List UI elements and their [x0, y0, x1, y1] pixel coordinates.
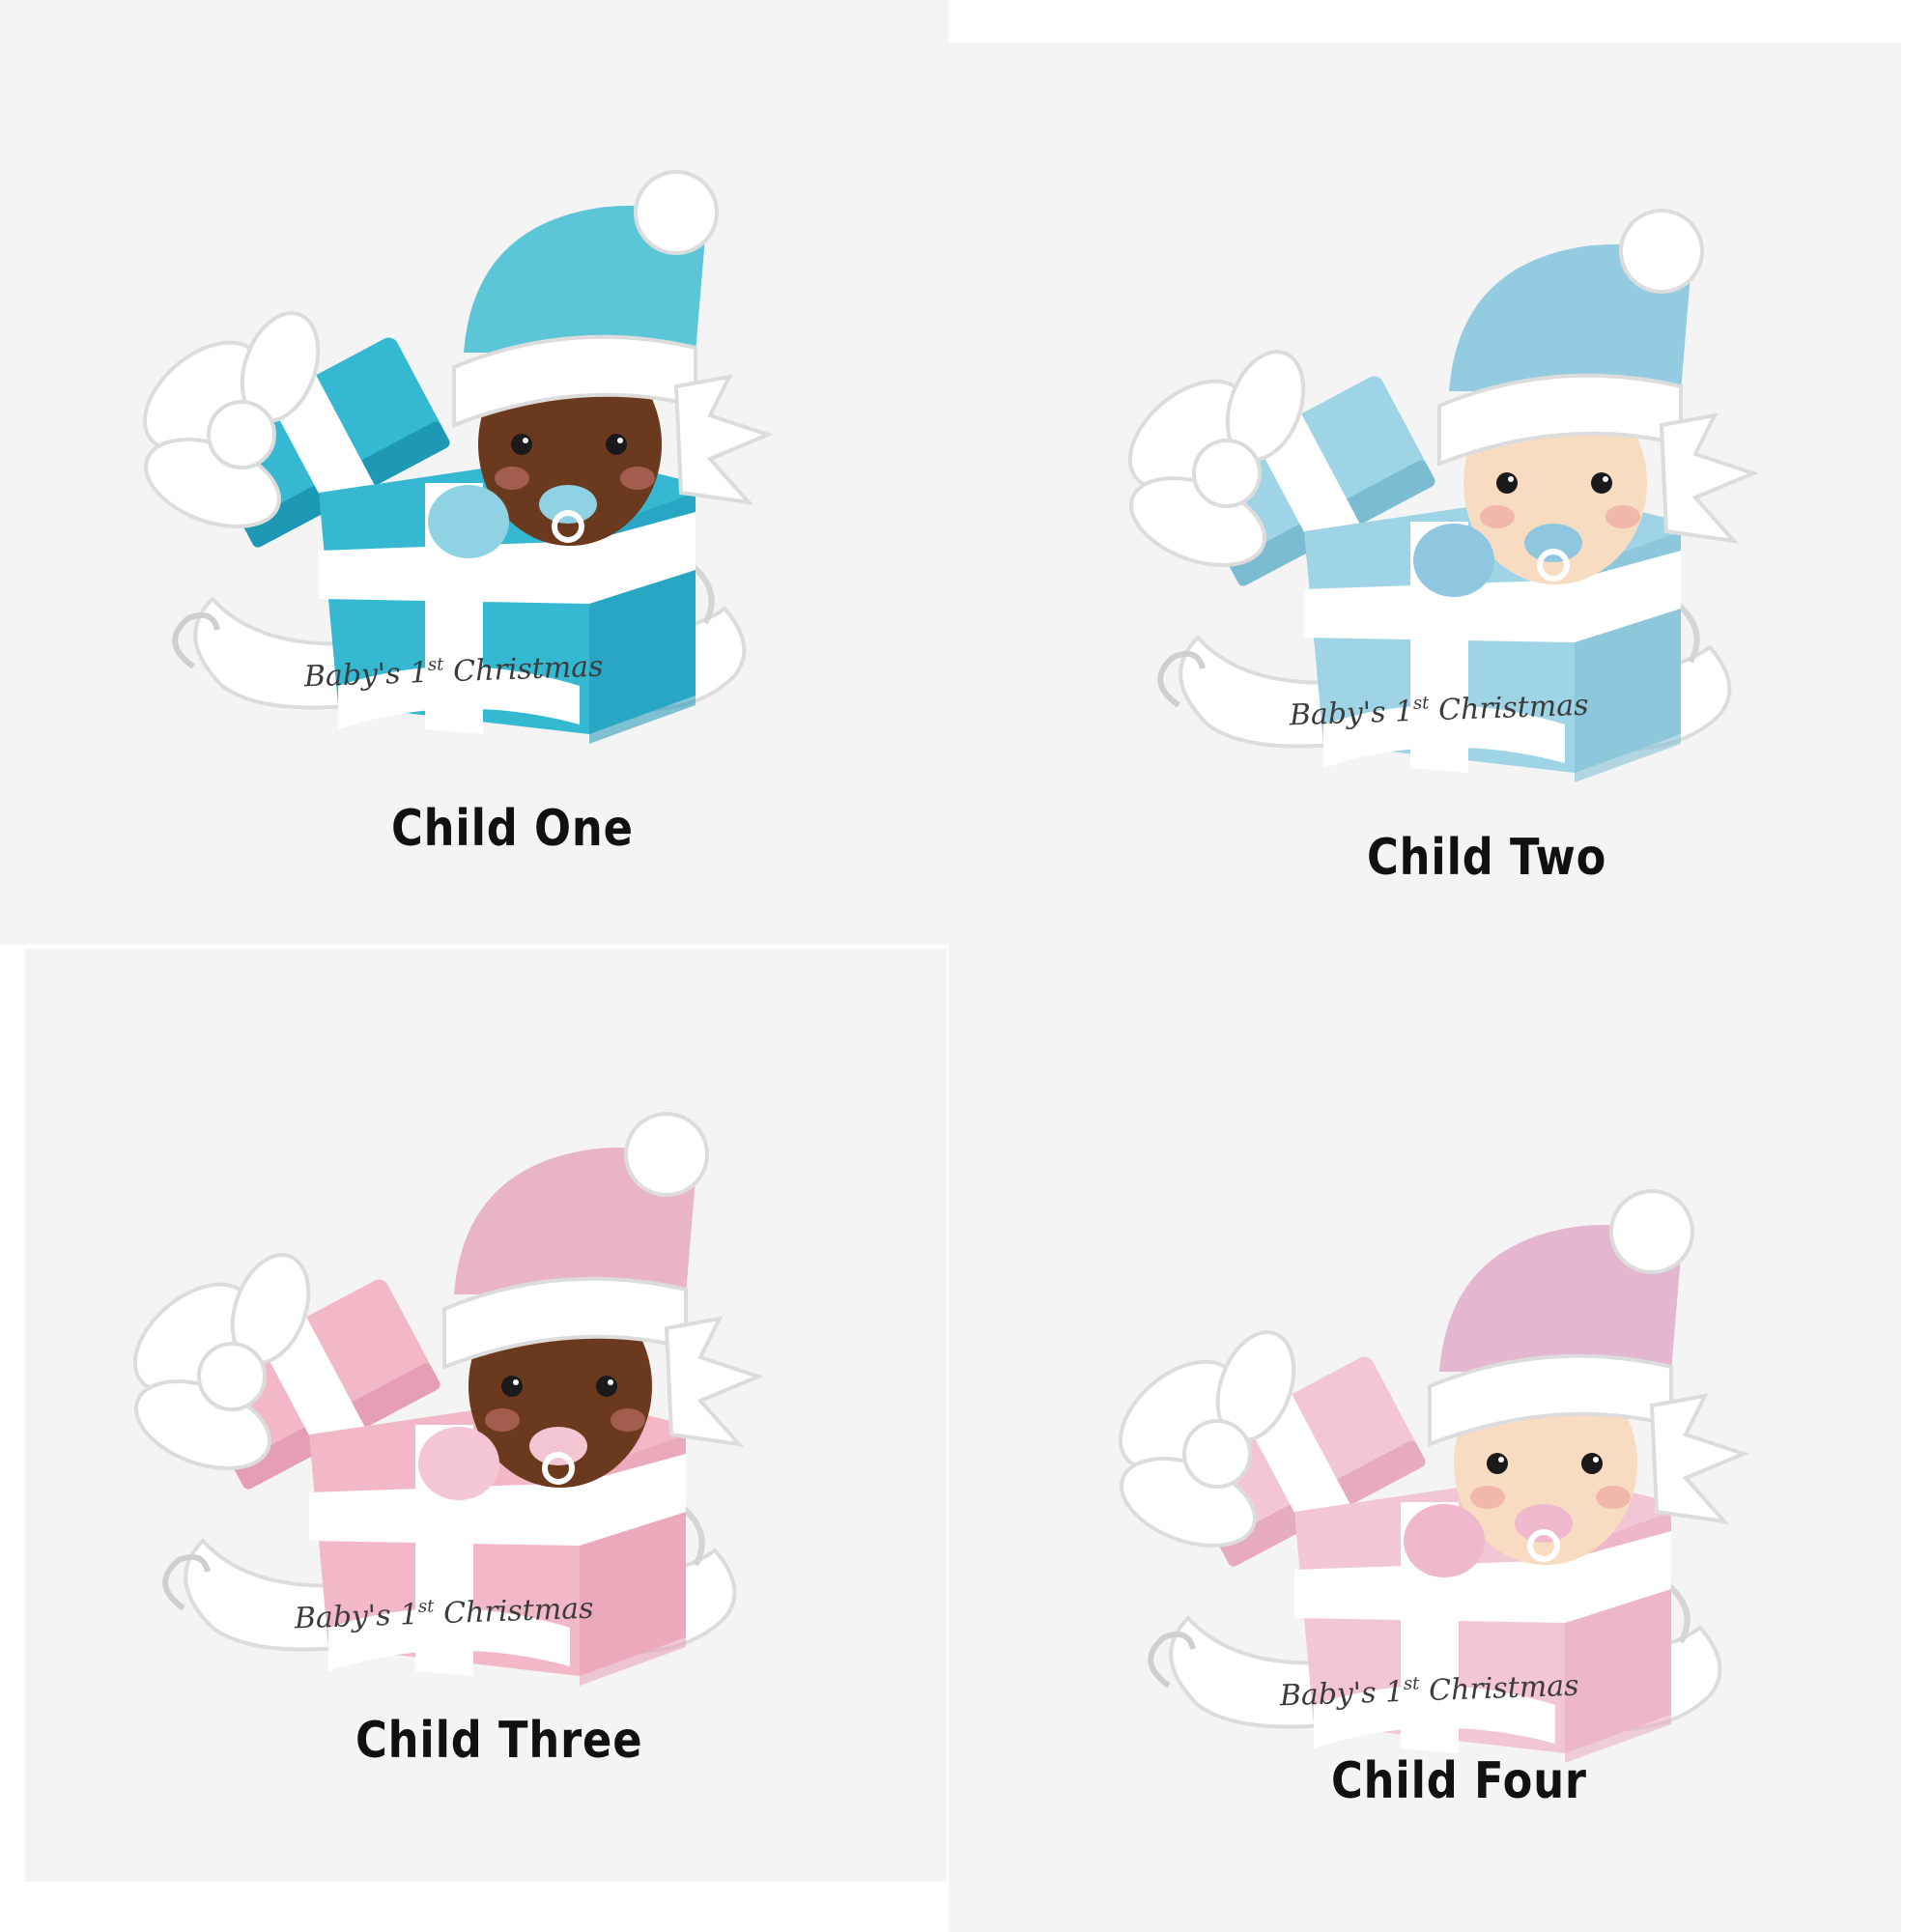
- banner-text-pre: Baby's 1: [1288, 695, 1414, 732]
- baby-hand: [428, 485, 509, 558]
- ornament-child-two: Baby's 1st Christmas: [1082, 184, 1797, 802]
- ornament-child-four: Baby's 1st Christmas: [1072, 1164, 1787, 1782]
- banner-text-pre: Baby's 1: [302, 656, 429, 694]
- child-two-label: Child Two: [1367, 829, 1607, 887]
- child-four-label: Child Four: [1331, 1752, 1587, 1810]
- banner-text-sup: st: [418, 1596, 436, 1617]
- banner-text-post: Christmas: [434, 1592, 594, 1632]
- child-one-label: Child One: [391, 800, 634, 858]
- ornament-child-one: Baby's 1st Christmas: [97, 145, 811, 763]
- banner-text-sup: st: [1413, 693, 1431, 714]
- banner-text-post: Christmas: [443, 650, 604, 690]
- banner-text-sup: st: [428, 654, 445, 675]
- banner-text-pre: Baby's 1: [1278, 1675, 1405, 1713]
- child-three-label: Child Three: [355, 1712, 643, 1770]
- baby-hand: [418, 1427, 499, 1500]
- banner-text-post: Christmas: [1419, 1669, 1579, 1709]
- baby-hand: [1404, 1504, 1485, 1577]
- ornament-child-three: Baby's 1st Christmas: [87, 1087, 802, 1705]
- banner-text-post: Christmas: [1429, 689, 1589, 728]
- baby-hand: [1413, 524, 1494, 597]
- banner-text-pre: Baby's 1: [293, 1598, 419, 1635]
- banner-text-sup: st: [1404, 1673, 1421, 1694]
